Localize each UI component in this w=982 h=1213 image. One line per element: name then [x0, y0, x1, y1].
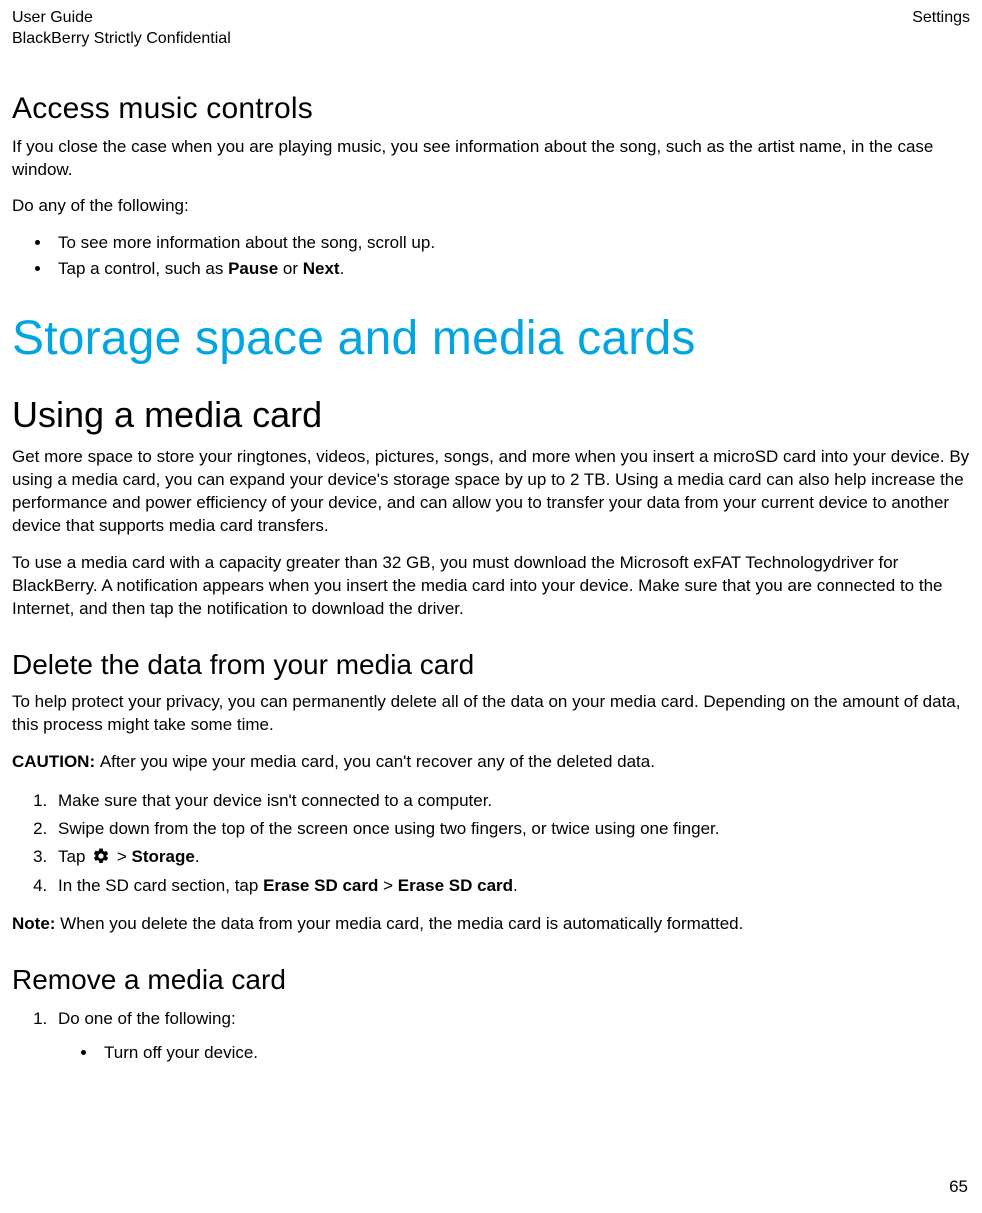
bullet-text: To see more information about the song, … [58, 233, 435, 252]
delete-steps: Make sure that your device isn't connect… [12, 788, 970, 899]
bold-storage: Storage [132, 847, 195, 866]
page-header: User Guide BlackBerry Strictly Confident… [12, 8, 970, 50]
para-note: Note: When you delete the data from your… [12, 913, 970, 936]
bullet-text-post: . [340, 259, 345, 278]
list-item: Tap > Storage. [52, 844, 970, 870]
para-delete-1: To help protect your privacy, you can pe… [12, 691, 970, 737]
page: User Guide BlackBerry Strictly Confident… [0, 0, 982, 1213]
list-item: Turn off your device. [98, 1042, 970, 1065]
remove-steps: Do one of the following: Turn off your d… [12, 1006, 970, 1065]
header-section-label: Settings [912, 8, 970, 29]
list-item: Make sure that your device isn't connect… [52, 788, 970, 814]
list-item: Tap a control, such as Pause or Next. [52, 258, 970, 281]
step-text-pre: In the SD card section, tap [58, 876, 263, 895]
heading-storage-chapter: Storage space and media cards [12, 311, 970, 366]
bullet-text: Turn off your device. [104, 1043, 258, 1062]
step-text-mid: > [378, 876, 397, 895]
bold-erase-2: Erase SD card [398, 876, 513, 895]
step-text-post: . [195, 847, 200, 866]
para-media-2: To use a media card with a capacity grea… [12, 552, 970, 621]
music-bullets: To see more information about the song, … [12, 232, 970, 281]
note-text: When you delete the data from your media… [60, 914, 743, 933]
heading-remove-media: Remove a media card [12, 964, 970, 996]
bullet-text-mid: or [278, 259, 303, 278]
gear-icon [92, 847, 110, 865]
step-text-mid: > [117, 847, 132, 866]
header-guide-label: User Guide [12, 8, 231, 29]
step-text-post: . [513, 876, 518, 895]
bold-next: Next [303, 259, 340, 278]
list-item: To see more information about the song, … [52, 232, 970, 255]
step-text: Swipe down from the top of the screen on… [58, 819, 719, 838]
remove-sub-bullets: Turn off your device. [58, 1042, 970, 1065]
header-confidential-label: BlackBerry Strictly Confidential [12, 29, 231, 50]
heading-access-music: Access music controls [12, 92, 970, 126]
step-text: Do one of the following: [58, 1009, 236, 1028]
para-caution: CAUTION: After you wipe your media card,… [12, 751, 970, 774]
step-text-pre: Tap [58, 847, 90, 866]
heading-using-media: Using a media card [12, 394, 970, 436]
bold-pause: Pause [228, 259, 278, 278]
step-text: Make sure that your device isn't connect… [58, 791, 492, 810]
list-item: In the SD card section, tap Erase SD car… [52, 873, 970, 899]
para-music-intro: If you close the case when you are playi… [12, 136, 970, 182]
para-music-do: Do any of the following: [12, 195, 970, 218]
list-item: Swipe down from the top of the screen on… [52, 816, 970, 842]
bullet-text-pre: Tap a control, such as [58, 259, 228, 278]
para-media-1: Get more space to store your ringtones, … [12, 446, 970, 538]
header-left: User Guide BlackBerry Strictly Confident… [12, 8, 231, 50]
list-item: Do one of the following: Turn off your d… [52, 1006, 970, 1065]
header-right: Settings [912, 8, 970, 50]
heading-delete-data: Delete the data from your media card [12, 649, 970, 681]
note-label: Note: [12, 914, 60, 933]
page-number: 65 [949, 1177, 968, 1197]
caution-label: CAUTION: [12, 752, 100, 771]
caution-text: After you wipe your media card, you can'… [100, 752, 655, 771]
bold-erase-1: Erase SD card [263, 876, 378, 895]
